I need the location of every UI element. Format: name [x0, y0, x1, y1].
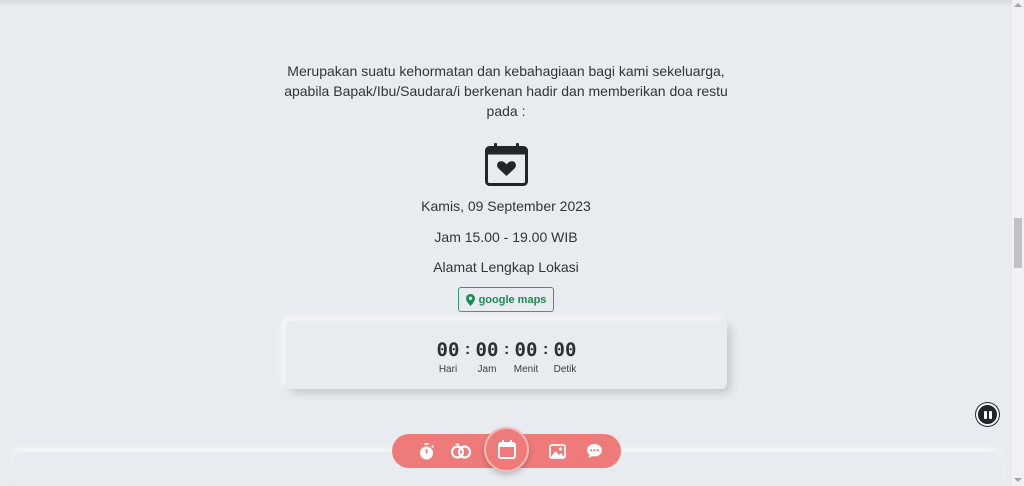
event-address: Alamat Lengkap Lokasi	[433, 259, 579, 275]
scrollbar-thumb[interactable]	[1014, 218, 1022, 268]
countdown-hours-label: Jam	[477, 364, 497, 375]
top-divider	[0, 0, 1012, 6]
countdown-separator: :	[465, 341, 471, 358]
chat-icon	[586, 444, 602, 458]
countdown-separator: :	[504, 341, 510, 358]
pause-icon-bar	[983, 410, 987, 419]
event-time: Jam 15.00 - 19.00 WIB	[434, 229, 578, 245]
countdown-seconds: 00 Detik	[550, 339, 580, 375]
scroll-up-arrow-icon[interactable]	[1014, 3, 1022, 7]
calendar-heart-icon	[485, 143, 528, 186]
stopwatch-icon	[419, 442, 434, 459]
countdown-seconds-value: 00	[553, 339, 577, 361]
nav-wishes[interactable]	[583, 440, 605, 462]
nav-countdown[interactable]	[415, 440, 437, 462]
invitation-line-3: pada :	[486, 103, 526, 119]
pause-icon-bar	[988, 410, 992, 419]
countdown-seconds-label: Detik	[553, 364, 577, 375]
countdown-days-value: 00	[436, 339, 460, 361]
invitation-line-1: Merupakan suatu kehormatan dan kebahagia…	[287, 63, 725, 79]
nav-couple[interactable]	[450, 440, 472, 462]
countdown-minutes: 00 Menit	[511, 339, 541, 375]
google-maps-button[interactable]: google maps	[458, 287, 554, 312]
countdown-hours-value: 00	[475, 339, 499, 361]
invitation-line-2: apabila Bapak/Ibu/Saudara/i berkenan had…	[284, 83, 728, 99]
nav-gallery[interactable]	[546, 440, 568, 462]
rings-icon	[450, 443, 472, 459]
countdown-minutes-label: Menit	[513, 364, 539, 375]
countdown-minutes-value: 00	[514, 339, 538, 361]
countdown-days: 00 Hari	[433, 339, 463, 375]
calendar-icon	[497, 440, 516, 459]
countdown-separator: :	[543, 341, 549, 358]
page: Merupakan suatu kehormatan dan kebahagia…	[0, 0, 1012, 486]
countdown-hours: 00 Jam	[472, 339, 502, 375]
event-date: Kamis, 09 September 2023	[421, 198, 591, 214]
countdown-box: 00 Hari : 00 Jam : 00 Menit : 00 Detik	[286, 321, 727, 389]
invitation-text: Merupakan suatu kehormatan dan kebahagia…	[282, 61, 730, 121]
countdown-days-label: Hari	[438, 364, 458, 375]
nav-event-active[interactable]	[484, 427, 529, 472]
music-pause-button[interactable]	[976, 403, 999, 426]
gallery-icon	[548, 443, 566, 459]
google-maps-label: google maps	[478, 293, 547, 306]
map-pin-icon	[465, 293, 475, 306]
scroll-down-arrow-icon[interactable]	[1014, 478, 1022, 482]
